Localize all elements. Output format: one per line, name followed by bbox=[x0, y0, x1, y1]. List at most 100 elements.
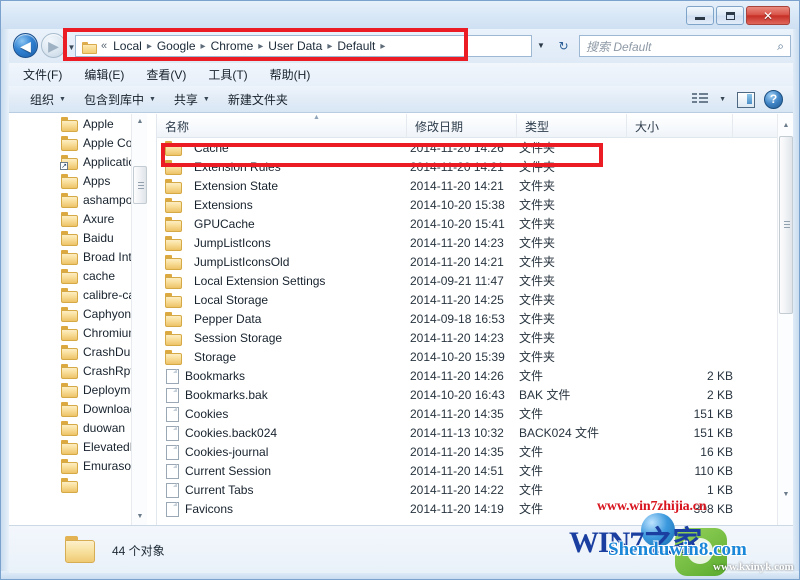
breadcrumb-item-default[interactable]: Default bbox=[335, 38, 377, 54]
file-type-cell: 文件夹 bbox=[519, 312, 556, 326]
refresh-icon[interactable]: ↻ bbox=[554, 37, 573, 55]
back-arrow-icon: ◀ bbox=[20, 37, 31, 54]
file-name-cell: Favicons bbox=[165, 501, 233, 517]
tree-item-label: Apple bbox=[83, 116, 114, 131]
table-row[interactable]: GPUCache 2014-10-20 15:41 文件夹 bbox=[157, 214, 777, 233]
help-icon[interactable]: ? bbox=[764, 89, 783, 109]
file-type-cell: 文件 bbox=[519, 483, 544, 497]
file-list-scrollbar[interactable]: ▲ ▼ bbox=[777, 114, 793, 525]
table-row[interactable]: Storage 2014-10-20 15:39 文件夹 bbox=[157, 347, 777, 366]
table-row[interactable]: Cookies.back024 2014-11-13 10:32 BACK024 文… bbox=[157, 423, 777, 442]
folder-icon bbox=[61, 193, 78, 208]
file-name-label: Bookmarks.bak bbox=[185, 387, 268, 402]
menu-file[interactable]: 文件(F) bbox=[19, 64, 66, 85]
include-in-library-button[interactable]: 包含到库中 ▼ bbox=[75, 88, 165, 111]
minimize-button[interactable] bbox=[686, 6, 714, 25]
folder-icon bbox=[65, 536, 95, 563]
folder-icon bbox=[61, 117, 78, 132]
share-button[interactable]: 共享 ▼ bbox=[165, 88, 219, 111]
scroll-up-icon[interactable]: ▲ bbox=[778, 118, 793, 134]
table-row[interactable]: Extension State 2014-11-20 14:21 文件夹 bbox=[157, 176, 777, 195]
new-folder-label: 新建文件夹 bbox=[227, 92, 288, 107]
column-header-name[interactable]: 名称 bbox=[157, 114, 407, 138]
file-date-cell: 2014-11-20 14:21 bbox=[410, 254, 504, 269]
file-date-cell: 2014-10-20 15:39 bbox=[410, 349, 505, 364]
table-row[interactable]: JumpListIconsOld 2014-11-20 14:21 文件夹 bbox=[157, 252, 777, 271]
file-size-cell: 151 KB bbox=[693, 425, 733, 440]
search-input[interactable]: 搜索 Default ⌕ bbox=[579, 35, 791, 57]
table-row[interactable]: Cache 2014-11-20 14:26 文件夹 bbox=[157, 138, 777, 157]
table-row[interactable]: Extensions 2014-10-20 15:38 文件夹 bbox=[157, 195, 777, 214]
table-row[interactable]: Local Storage 2014-11-20 14:25 文件夹 bbox=[157, 290, 777, 309]
organize-button[interactable]: 组织 ▼ bbox=[21, 88, 75, 111]
column-header-date[interactable]: 修改日期 bbox=[407, 114, 517, 138]
file-icon bbox=[165, 482, 179, 498]
menu-help[interactable]: 帮助(H) bbox=[266, 64, 315, 85]
view-mode-icon[interactable] bbox=[690, 89, 710, 109]
table-row[interactable]: Extension Rules 2014-11-20 14:21 文件夹 bbox=[157, 157, 777, 176]
column-header-size[interactable]: 大小 bbox=[627, 114, 733, 138]
scrollbar-thumb[interactable] bbox=[133, 166, 147, 204]
breadcrumb-item-local[interactable]: Local bbox=[111, 38, 144, 54]
back-button[interactable]: ◀ bbox=[13, 33, 38, 58]
breadcrumb-item-google[interactable]: Google bbox=[155, 38, 198, 54]
breadcrumb-overflow-icon[interactable]: « bbox=[101, 40, 107, 52]
file-name-label: Extensions bbox=[194, 197, 253, 212]
breadcrumb-item-user-data[interactable]: User Data bbox=[266, 38, 324, 54]
file-date-cell: 2014-11-20 14:21 bbox=[410, 178, 504, 193]
breadcrumb-item-chrome[interactable]: Chrome bbox=[209, 38, 256, 54]
navigation-pane-scrollbar[interactable]: ▲ ▼ bbox=[131, 114, 147, 525]
maximize-button[interactable] bbox=[716, 6, 744, 25]
include-in-library-label: 包含到库中 bbox=[83, 92, 144, 107]
scrollbar-thumb[interactable] bbox=[779, 136, 793, 314]
table-row[interactable]: JumpListIcons 2014-11-20 14:23 文件夹 bbox=[157, 233, 777, 252]
folder-icon bbox=[165, 236, 182, 251]
menu-view[interactable]: 查看(V) bbox=[142, 64, 190, 85]
chevron-right-icon[interactable]: ▸ bbox=[147, 41, 152, 52]
file-name-label: Cache bbox=[194, 140, 229, 155]
table-row[interactable]: Bookmarks.bak 2014-10-20 16:43 BAK 文件 2 KB bbox=[157, 385, 777, 404]
file-name-cell: JumpListIcons bbox=[165, 236, 271, 251]
column-header-type[interactable]: 类型 bbox=[517, 114, 627, 138]
menu-edit[interactable]: 编辑(E) bbox=[80, 64, 128, 85]
close-button[interactable]: ✕ bbox=[746, 6, 790, 25]
table-row[interactable]: Current Session 2014-11-20 14:51 文件 110 KB bbox=[157, 461, 777, 480]
scroll-down-icon[interactable]: ▼ bbox=[132, 509, 148, 525]
scroll-up-icon[interactable]: ▲ bbox=[132, 114, 148, 130]
file-type-cell: 文件夹 bbox=[519, 350, 556, 364]
folder-icon bbox=[165, 293, 182, 308]
chevron-right-icon[interactable]: ▸ bbox=[327, 41, 332, 52]
table-row[interactable]: Session Storage 2014-11-20 14:23 文件夹 bbox=[157, 328, 777, 347]
new-folder-button[interactable]: 新建文件夹 bbox=[219, 88, 297, 111]
table-row[interactable]: Cookies-journal 2014-11-20 14:35 文件 16 KB bbox=[157, 442, 777, 461]
file-icon bbox=[165, 406, 179, 422]
file-date-cell: 2014-11-20 14:26 bbox=[410, 140, 504, 155]
folder-icon bbox=[61, 421, 78, 436]
scroll-down-icon[interactable]: ▼ bbox=[778, 487, 793, 503]
table-row[interactable]: Pepper Data 2014-09-18 16:53 文件夹 bbox=[157, 309, 777, 328]
preview-pane-icon[interactable] bbox=[735, 89, 755, 109]
chevron-right-icon[interactable]: ▸ bbox=[201, 41, 206, 52]
folder-icon bbox=[165, 179, 182, 194]
folder-icon bbox=[165, 141, 182, 156]
file-type-cell: 文件夹 bbox=[519, 217, 556, 231]
table-row[interactable]: Local Extension Settings 2014-09-21 11:47… bbox=[157, 271, 777, 290]
chevron-right-icon[interactable]: ▸ bbox=[380, 41, 385, 52]
file-date-cell: 2014-11-20 14:23 bbox=[410, 235, 504, 250]
file-list-pane: 名称 修改日期 类型 大小 ▲ Cache 2014-11-20 14:26 文件夹… bbox=[157, 114, 793, 525]
folder-icon bbox=[61, 345, 78, 360]
chevron-down-icon: ▼ bbox=[148, 95, 156, 103]
table-row[interactable]: Current Tabs 2014-11-20 14:22 文件 1 KB bbox=[157, 480, 777, 499]
address-dropdown-button[interactable]: ▼ bbox=[536, 41, 546, 51]
file-date-cell: 2014-11-20 14:35 bbox=[410, 444, 504, 459]
table-row[interactable]: Cookies 2014-11-20 14:35 文件 151 KB bbox=[157, 404, 777, 423]
view-mode-chevron-down-icon[interactable]: ▼ bbox=[719, 96, 726, 103]
menu-tools[interactable]: 工具(T) bbox=[204, 64, 251, 85]
file-size-cell: 2 KB bbox=[706, 368, 733, 383]
forward-button[interactable]: ▶ bbox=[41, 33, 66, 58]
file-icon bbox=[165, 387, 179, 403]
breadcrumb-address-box[interactable]: « Local ▸ Google ▸ Chrome ▸ User Data ▸ … bbox=[75, 35, 532, 57]
chevron-right-icon[interactable]: ▸ bbox=[258, 41, 263, 52]
table-row[interactable]: Bookmarks 2014-11-20 14:26 文件 2 KB bbox=[157, 366, 777, 385]
file-name-label: Bookmarks bbox=[185, 368, 246, 383]
